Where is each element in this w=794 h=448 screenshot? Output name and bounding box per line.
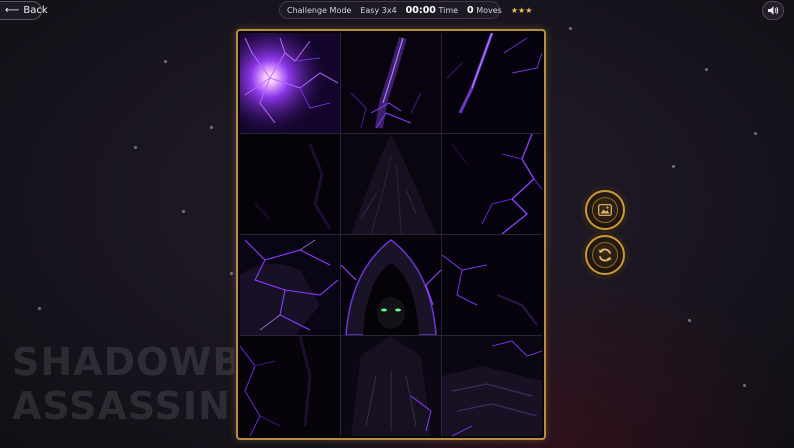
back-button[interactable]: ⟵ Back xyxy=(0,1,48,20)
moves-label: Moves xyxy=(476,5,502,15)
mode-label: Challenge Mode xyxy=(287,5,352,15)
move-counter: 0 Moves xyxy=(467,5,502,16)
puzzle-tile[interactable] xyxy=(341,33,441,133)
background-star xyxy=(210,126,213,129)
background-star xyxy=(672,165,675,168)
title-line-2: ASSASSIN xyxy=(12,384,231,428)
sound-toggle-button[interactable] xyxy=(762,1,784,20)
background-star xyxy=(688,319,691,322)
time-value: 00:00 xyxy=(405,4,436,16)
puzzle-tile[interactable] xyxy=(341,134,441,234)
background-star xyxy=(38,307,41,310)
game-title-watermark: SHADOWB ASSASSIN xyxy=(12,340,234,434)
puzzle-tile[interactable] xyxy=(442,134,542,234)
time-label: Time xyxy=(438,5,459,15)
background-star xyxy=(230,272,233,275)
puzzle-tile[interactable] xyxy=(341,235,441,335)
shuffle-button-ring xyxy=(592,242,618,268)
background-star xyxy=(754,132,757,135)
image-preview-icon xyxy=(598,204,612,216)
background-star xyxy=(164,60,167,63)
puzzle-tile[interactable] xyxy=(341,336,441,436)
puzzle-tile[interactable] xyxy=(240,134,340,234)
background-star xyxy=(134,146,137,149)
puzzle-board xyxy=(236,29,546,440)
star-rating: ★★★ xyxy=(510,5,533,15)
speaker-icon xyxy=(768,6,779,15)
puzzle-tile[interactable] xyxy=(240,235,340,335)
puzzle-tile[interactable] xyxy=(240,33,340,133)
back-label: Back xyxy=(23,5,48,16)
background-star xyxy=(743,384,746,387)
puzzle-grid xyxy=(240,33,542,436)
timer: 00:00 Time xyxy=(406,5,458,16)
moves-value: 0 xyxy=(467,4,474,16)
game-status-bar: Challenge Mode Easy 3x4 00:00 Time 0 Mov… xyxy=(279,1,532,19)
preview-button-ring xyxy=(592,197,618,223)
puzzle-tile[interactable] xyxy=(442,235,542,335)
puzzle-tile[interactable] xyxy=(240,336,340,436)
puzzle-tile[interactable] xyxy=(442,336,542,436)
difficulty-label: Easy 3x4 xyxy=(360,5,397,15)
background-star xyxy=(182,210,185,213)
background-star xyxy=(569,27,572,30)
background-star xyxy=(705,68,708,71)
puzzle-tile[interactable] xyxy=(442,33,542,133)
preview-image-button[interactable] xyxy=(585,190,625,230)
shuffle-button[interactable] xyxy=(585,235,625,275)
refresh-icon xyxy=(598,248,612,262)
arrow-left-icon: ⟵ xyxy=(5,4,20,16)
title-line-1: SHADOWB xyxy=(12,340,234,384)
